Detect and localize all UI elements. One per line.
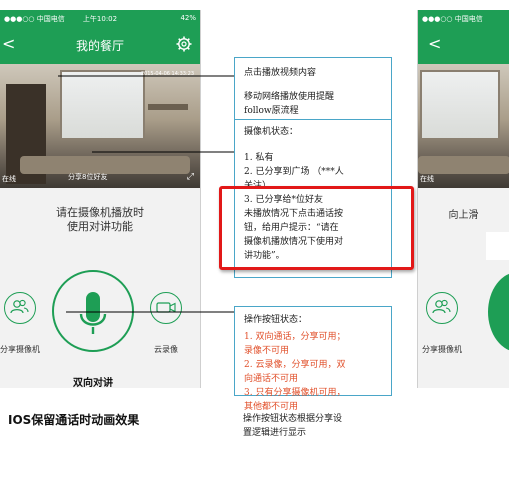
video-frame-lamp xyxy=(148,104,188,110)
video-timestamp: 2015-04-06 14:33:23 xyxy=(140,71,194,77)
gear-icon[interactable] xyxy=(176,36,192,52)
microphone-icon xyxy=(79,292,107,334)
annotation-text: 2. 云录像，分享可用，双 xyxy=(244,360,346,370)
share-camera-button[interactable] xyxy=(426,292,458,324)
video-frame-table xyxy=(418,156,509,174)
talk-button-animated[interactable] xyxy=(488,272,509,352)
page-title: 我的餐厅 xyxy=(75,39,124,53)
annotation-text: 操作按钮状态根据分享设 xyxy=(243,414,343,424)
annotation-text: 1. 双向通话，分享可用； xyxy=(244,332,346,342)
video-camera-icon xyxy=(156,302,176,313)
share-camera-label: 分享摄像机 xyxy=(422,345,462,354)
annotation-mobile-network: 移动网络播放使用提醒 follow原流程 xyxy=(234,88,392,120)
annotation-button-status: 操作按钮状态： 1. 双向通话，分享可用； 录像不可用 2. 云录像，分享可用，… xyxy=(234,306,392,412)
back-button[interactable]: < xyxy=(428,34,441,53)
video-frame-window xyxy=(60,70,145,140)
annotation-text: 3. 只有分享摄像机可用， xyxy=(244,388,346,398)
video-player[interactable]: 2015-04-06 14:33:23 在线 分享8位好友 ⤢ xyxy=(0,64,200,188)
share-count-label: 分享8位好友 xyxy=(68,173,108,181)
nav-bar: < xyxy=(418,26,509,64)
annotation-text: 点击播放视频内容 xyxy=(244,68,317,78)
share-camera-label: 分享摄像机 xyxy=(0,345,40,354)
talk-hint-line-2: 使用对讲功能 xyxy=(67,220,133,233)
right-phone-screen: ●●●○○ 中国电信 < 在线 向上滑 分享摄像机 xyxy=(417,10,509,388)
users-icon xyxy=(10,299,29,314)
annotation-text: 录像不可用 xyxy=(244,346,290,356)
hint-card xyxy=(486,232,509,260)
annotation-text: 向通话不可用 xyxy=(244,374,299,384)
cloud-recording-button[interactable] xyxy=(150,292,182,324)
left-phone-screen: ●●●○○ 中国电信 上午10:02 42% < 我的餐厅 2015-04-06… xyxy=(0,10,201,388)
control-panel: 分享摄像机 双向对讲 云录像 xyxy=(0,270,200,388)
annotation-text: 置逻辑进行显示 xyxy=(243,428,307,438)
carrier-label: ●●●○○ 中国电信 xyxy=(422,15,483,23)
annotation-text: 2. 已分享到广场 （***人 xyxy=(244,167,344,177)
two-way-talk-label: 双向对讲 xyxy=(73,378,113,388)
video-frame-window xyxy=(420,70,500,140)
online-status: 在线 xyxy=(2,175,16,183)
annotation-text: follow原流程 xyxy=(244,106,299,116)
online-status: 在线 xyxy=(420,175,434,183)
battery-level: 42% xyxy=(180,14,196,22)
fullscreen-icon[interactable]: ⤢ xyxy=(187,172,194,182)
annotation-text: 摄像机状态： xyxy=(244,127,299,137)
annotation-text: 操作按钮状态： xyxy=(244,315,308,325)
share-camera-button[interactable] xyxy=(4,292,36,324)
two-way-talk-button[interactable] xyxy=(52,270,134,352)
talk-hint: 请在摄像机播放时 使用对讲功能 xyxy=(0,206,200,234)
annotation-text: 1. 私有 xyxy=(244,153,274,163)
users-icon xyxy=(432,299,451,314)
nav-bar: < 我的餐厅 xyxy=(0,26,200,64)
annotation-text: 移动网络播放使用提醒 xyxy=(244,92,335,102)
status-bar: ●●●○○ 中国电信 xyxy=(418,10,509,26)
cloud-recording-label: 云录像 xyxy=(154,345,178,354)
highlight-frame xyxy=(219,186,414,270)
talk-hint-line-1: 请在摄像机播放时 xyxy=(56,206,144,219)
button-logic-note: 操作按钮状态根据分享设 置逻辑进行显示 xyxy=(243,412,393,440)
figure-caption: IOS保留通话时动画效果 xyxy=(8,413,140,427)
swipe-hint: 向上滑 xyxy=(448,210,479,221)
clock: 上午10:02 xyxy=(82,15,118,23)
status-bar: ●●●○○ 中国电信 上午10:02 42% xyxy=(0,10,200,26)
video-player[interactable]: 在线 xyxy=(418,64,509,188)
